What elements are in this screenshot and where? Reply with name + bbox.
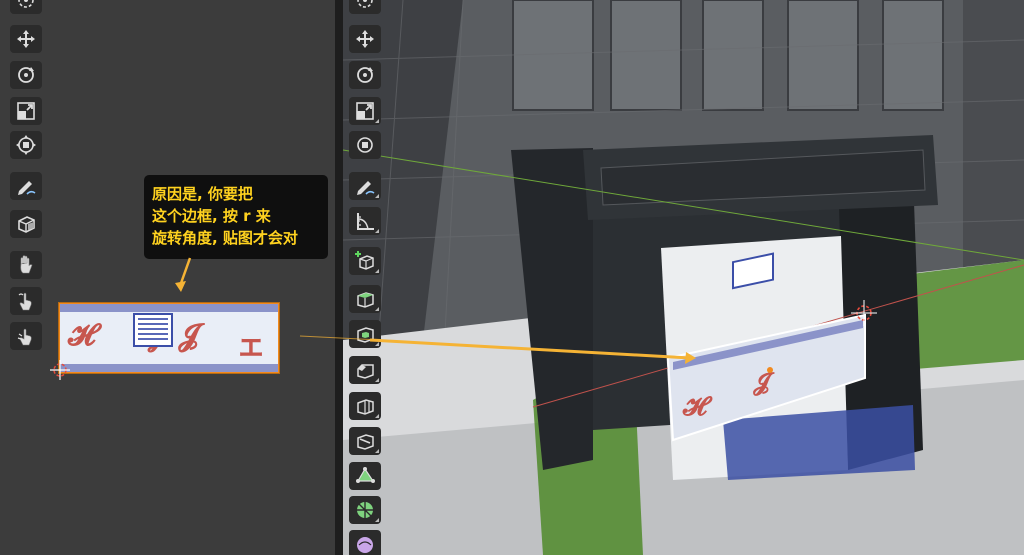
add-cube-icon[interactable] <box>349 247 381 275</box>
grab-icon[interactable] <box>10 251 42 279</box>
cursor-icon[interactable] <box>349 0 381 14</box>
scale-icon[interactable] <box>349 97 381 125</box>
annotate-icon[interactable] <box>349 172 381 200</box>
spin-icon[interactable] <box>349 496 381 524</box>
extrude-icon[interactable] <box>349 285 381 313</box>
loop-cut-icon[interactable] <box>349 392 381 420</box>
scene-render: 𝓗 𝓙 <box>343 0 1024 555</box>
3d-viewport[interactable]: 𝓗 𝓙 <box>343 0 1024 555</box>
poly-build-icon[interactable] <box>349 462 381 490</box>
calligraphy-glyph-1: 𝓗 <box>68 318 96 353</box>
texture-top-stripe <box>60 304 278 312</box>
move-icon[interactable] <box>349 25 381 53</box>
rotate-icon[interactable] <box>10 61 42 89</box>
bevel-icon[interactable] <box>349 356 381 384</box>
transform-icon[interactable] <box>10 131 42 159</box>
pinch-icon[interactable] <box>10 322 42 350</box>
smooth-icon[interactable] <box>349 530 381 555</box>
annotation-tooltip: 原因是, 你要把 这个边框, 按 r 来 旋转角度, 贴图才会对 <box>144 175 328 259</box>
relax-icon[interactable] <box>10 287 42 315</box>
calligraphy-glyph-4: ェ <box>236 328 266 363</box>
scale-icon[interactable] <box>10 97 42 125</box>
annotate-icon[interactable] <box>10 172 42 200</box>
transform-icon[interactable] <box>349 131 381 159</box>
tooltip-line-2: 这个边框, 按 r 来 <box>152 207 271 225</box>
tooltip-line-1: 原因是, 你要把 <box>152 185 253 203</box>
calligraphy-glyph-3: 𝓙 <box>178 318 199 353</box>
texture-notice-sticker <box>133 313 173 347</box>
panel-divider[interactable] <box>335 0 343 555</box>
2d-cursor-icon[interactable] <box>50 360 70 380</box>
texture-bottom-stripe <box>60 364 278 372</box>
rotate-icon[interactable] <box>349 61 381 89</box>
tooltip-line-3: 旋转角度, 贴图才会对 <box>152 229 298 247</box>
measure-icon[interactable] <box>349 207 381 235</box>
uv-editor-panel[interactable]: 𝓗 𝓰 𝓙 ェ 原因是, 你要把 这个边框, 按 r 来 旋转角度, 贴图才会对 <box>0 0 335 555</box>
cursor-icon[interactable] <box>10 0 42 14</box>
move-icon[interactable] <box>10 25 42 53</box>
cube-project-icon[interactable] <box>10 210 42 238</box>
inset-icon[interactable] <box>349 320 381 348</box>
knife-icon[interactable] <box>349 427 381 455</box>
